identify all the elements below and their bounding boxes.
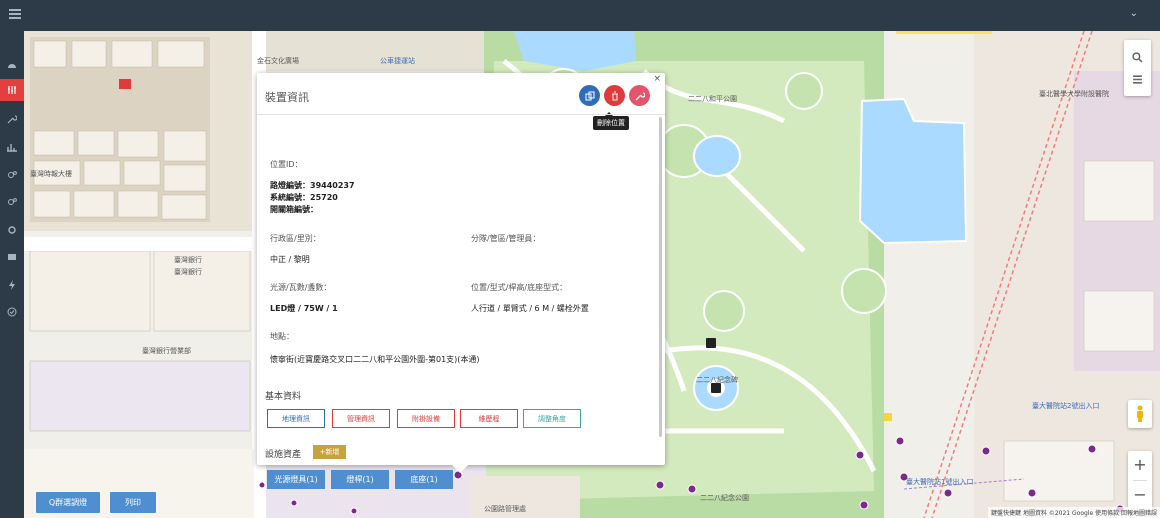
gear-icon bbox=[8, 226, 16, 234]
wrench-icon bbox=[635, 91, 645, 100]
trash-icon bbox=[611, 91, 618, 100]
geo-info-button[interactable]: 地理資訊 bbox=[267, 409, 325, 428]
divider bbox=[257, 114, 665, 115]
district-label: 行政區/里別： bbox=[270, 234, 321, 243]
top-bar: ⌄ bbox=[0, 0, 1160, 31]
basic-section-title: 基本資料 bbox=[265, 392, 302, 402]
sidebar-item-chart[interactable] bbox=[0, 136, 24, 158]
close-icon[interactable]: × bbox=[653, 74, 661, 84]
map-tool-panel bbox=[1124, 40, 1151, 96]
asset-pole-button[interactable]: 燈桿(1) bbox=[331, 470, 389, 489]
check-circle-icon bbox=[7, 307, 17, 317]
history-button[interactable]: 維歷程 bbox=[460, 409, 518, 428]
pegman-button[interactable] bbox=[1128, 400, 1152, 428]
streetlight-icon bbox=[8, 86, 16, 94]
popup-scrollbar[interactable] bbox=[659, 117, 662, 437]
sidebar-item-wrench[interactable] bbox=[0, 108, 24, 130]
address-label: 地點： bbox=[270, 332, 294, 341]
sidebar bbox=[0, 31, 24, 518]
lamp-number: 路燈編號：39440237 bbox=[270, 181, 355, 190]
bar-chart-icon bbox=[7, 144, 17, 152]
address-value: 懷寧街(近寶慶路交叉口二二八和平公園外圍-第01支)(本通) bbox=[270, 355, 480, 364]
attached-equipment-button[interactable]: 附掛設備 bbox=[397, 409, 455, 428]
system-number: 系統編號：25720 bbox=[270, 193, 338, 202]
map-label-poi6: 二二八和平公園 bbox=[688, 95, 737, 103]
map-label-poi10: 臺大醫院站1號出入口 bbox=[906, 478, 974, 486]
team-label: 分隊/管區/管理員： bbox=[471, 234, 541, 243]
hamburger-icon[interactable] bbox=[9, 9, 21, 20]
map-attribution[interactable]: 鍵盤快捷鍵 地圖資料 ©2021 Google 使用條款 回報地圖錯誤 bbox=[988, 507, 1160, 518]
map-label-poi1: 金石文化廣場 bbox=[257, 57, 299, 65]
sidebar-item-folder[interactable] bbox=[0, 246, 24, 268]
map-label-poi7: 臺北醫學大學附設醫院 bbox=[1039, 90, 1109, 98]
add-asset-button[interactable]: +新增 bbox=[313, 445, 346, 459]
sidebar-item-cogs-2[interactable] bbox=[0, 191, 24, 213]
copy-icon bbox=[585, 91, 594, 100]
print-button[interactable]: 列印 bbox=[110, 492, 156, 513]
map-label-poi11: 二二八紀念公園 bbox=[700, 494, 749, 502]
sidebar-item-streetlight[interactable] bbox=[0, 79, 24, 101]
copy-location-button[interactable] bbox=[579, 85, 600, 106]
edit-location-button[interactable] bbox=[629, 85, 650, 106]
map-label-poi8: 二二八紀念碑 bbox=[696, 376, 738, 384]
management-info-button[interactable]: 管理資訊 bbox=[332, 409, 390, 428]
sidebar-item-settings[interactable] bbox=[0, 219, 24, 241]
map-label-poi13: 臺灣時報大樓 bbox=[30, 170, 72, 178]
sidebar-item-power[interactable] bbox=[0, 274, 24, 296]
search-icon[interactable] bbox=[1132, 52, 1143, 63]
location-id-label: 位置ID： bbox=[270, 160, 303, 169]
zoom-in-button[interactable]: + bbox=[1128, 451, 1152, 480]
pole-value: 人行道 / 單臂式 / 6 M / 螺栓外置 bbox=[471, 304, 589, 313]
dashboard-icon bbox=[8, 64, 16, 68]
cogs-icon bbox=[8, 171, 17, 178]
asset-section-title: 設施資產 bbox=[265, 450, 302, 460]
switchbox-number: 開關箱編號： bbox=[270, 205, 318, 214]
list-icon[interactable] bbox=[1132, 74, 1143, 85]
source-label: 光源/瓦數/盞數： bbox=[270, 283, 332, 292]
group-dimming-button[interactable]: Q群選調燈 bbox=[36, 492, 100, 513]
map-label-poi9: 臺大醫院站2號出入口 bbox=[1032, 402, 1100, 410]
tooltip: 刪除位置 bbox=[593, 112, 629, 130]
asset-light-button[interactable]: 光源燈具(1) bbox=[267, 470, 325, 489]
map-label-poi5: 臺灣銀行營業部 bbox=[142, 347, 191, 355]
zoom-control: + − bbox=[1128, 451, 1152, 511]
bolt-icon bbox=[9, 280, 15, 290]
map-label-poi3: 臺灣銀行 bbox=[174, 256, 202, 264]
map-canvas[interactable]: 金石文化廣場 公車捷運站 臺灣銀行 臺灣銀行 臺灣銀行營業部 二二八和平公園 臺… bbox=[24, 31, 1160, 518]
delete-location-button[interactable] bbox=[604, 85, 625, 106]
district-value: 中正 / 黎明 bbox=[270, 255, 310, 264]
wrench-icon bbox=[7, 115, 17, 124]
device-info-popup: × 裝置資訊 刪除位置 位置ID： 路燈編號：39440237 系統編號：257… bbox=[257, 73, 665, 489]
map-label-poi4: 臺灣銀行 bbox=[174, 268, 202, 276]
cogs-icon bbox=[8, 198, 17, 205]
map-label-poi12: 公園路管理處 bbox=[484, 505, 526, 513]
pegman-icon bbox=[1137, 405, 1143, 422]
sidebar-item-check[interactable] bbox=[0, 301, 24, 323]
chevron-down-icon[interactable]: ⌄ bbox=[1130, 8, 1138, 19]
pole-label: 位置/型式/桿高/底座型式： bbox=[471, 283, 568, 292]
sidebar-item-cogs-1[interactable] bbox=[0, 164, 24, 186]
popup-title: 裝置資訊 bbox=[265, 91, 309, 104]
map-label-poi2: 公車捷運站 bbox=[380, 57, 415, 65]
folder-icon bbox=[8, 254, 16, 260]
sidebar-item-dashboard[interactable] bbox=[0, 54, 24, 76]
asset-base-button[interactable]: 底座(1) bbox=[395, 470, 453, 489]
adjust-angle-button[interactable]: 調整角度 bbox=[523, 409, 581, 428]
source-value: LED燈 / 75W / 1 bbox=[270, 304, 338, 313]
